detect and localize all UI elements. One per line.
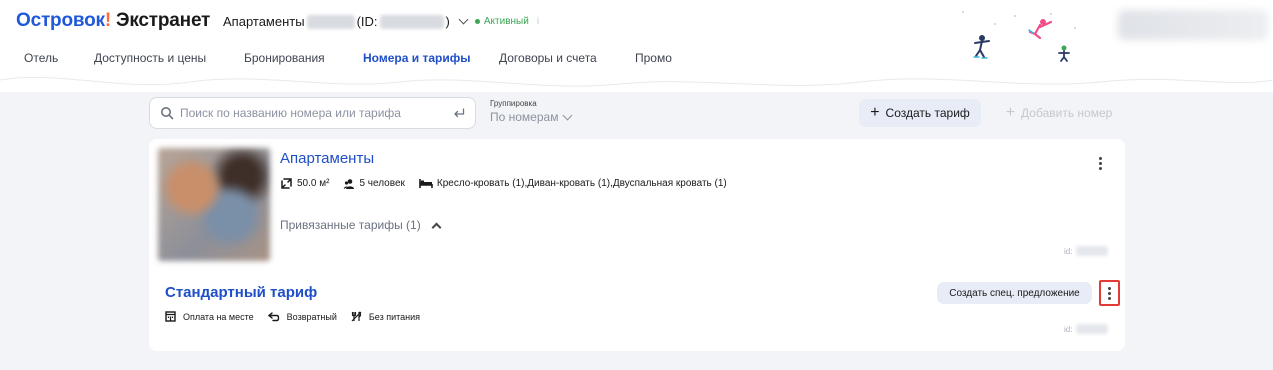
tariff-id: id:	[1064, 324, 1110, 334]
tariff-more-menu-icon[interactable]	[1099, 280, 1120, 306]
hotel-id-suffix: )	[445, 14, 450, 29]
status-dot-icon	[474, 19, 480, 24]
tariff-meta: Оплата на месте Возвратный Без питания	[165, 311, 434, 322]
tariff-title[interactable]: Стандартный тариф	[165, 284, 317, 301]
room-area: 50.0 м²	[280, 177, 329, 190]
search-input[interactable]	[180, 106, 453, 120]
main-nav: Отель Доступность и цены Бронирования Но…	[24, 51, 672, 65]
room-title[interactable]: Апартаменты	[280, 150, 374, 167]
hotel-building-icon	[165, 311, 176, 322]
create-tariff-button[interactable]: + Создать тариф	[859, 99, 981, 127]
room-guests: 5 человек	[343, 178, 405, 190]
room-area-value: 50.0 м²	[297, 178, 330, 189]
tariff-id-label: id:	[1064, 324, 1073, 334]
tab-contracts-invoices[interactable]: Договоры и счета	[499, 51, 635, 65]
logo-exclamation: !	[104, 10, 111, 31]
logo[interactable]: Островок! Экстранет	[16, 10, 210, 32]
linked-tariffs-label: Привязанные тарифы (1)	[280, 218, 421, 232]
tab-availability-prices[interactable]: Доступность и цены	[94, 51, 244, 65]
room-card: Апартаменты 50.0 м² 5 человек Кресло-кро…	[149, 139, 1125, 351]
enter-icon[interactable]	[453, 107, 465, 119]
logo-brand: Островок	[16, 10, 105, 31]
room-more-menu-icon[interactable]	[1090, 153, 1110, 173]
create-tariff-label: Создать тариф	[885, 106, 970, 120]
refund-arrow-icon	[267, 311, 279, 321]
create-special-offer-button[interactable]: Создать спец. предложение	[937, 282, 1092, 304]
search-box[interactable]	[149, 97, 476, 129]
grouping-value-text: По номерам	[490, 110, 559, 124]
chevron-down-icon	[563, 110, 573, 121]
tab-bookings[interactable]: Бронирования	[244, 51, 363, 65]
chevron-down-icon[interactable]	[458, 14, 469, 25]
hotel-id-prefix: (ID:	[356, 14, 378, 29]
tariff-payment: Оплата на месте	[165, 311, 254, 322]
tab-rooms-tariffs[interactable]: Номера и тарифы	[363, 51, 499, 65]
bed-icon	[419, 179, 433, 188]
room-id: id:	[1064, 246, 1110, 256]
tab-hotel[interactable]: Отель	[24, 51, 94, 65]
property-type: Апартаменты	[223, 14, 305, 29]
search-icon	[161, 107, 174, 120]
status-text: Активный	[483, 16, 529, 27]
hotel-selector[interactable]: Апартаменты (ID: ) Активный i	[223, 14, 539, 29]
plus-icon: +	[1005, 104, 1016, 121]
status-badge: Активный	[474, 16, 529, 27]
hotel-id-redacted	[379, 14, 444, 29]
room-guests-value: 5 человек	[359, 178, 405, 189]
guests-icon	[344, 178, 355, 189]
room-id-redacted	[1076, 246, 1109, 256]
info-icon[interactable]: i	[537, 16, 539, 27]
tab-promo[interactable]: Промо	[635, 51, 672, 65]
grouping-value[interactable]: По номерам	[490, 110, 573, 124]
decorative-illustration-icon	[962, 11, 1076, 62]
user-menu-redacted[interactable]	[1118, 10, 1268, 40]
plus-icon: +	[870, 104, 880, 121]
area-icon	[281, 178, 292, 189]
linked-tariffs-toggle[interactable]: Привязанные тарифы (1)	[280, 218, 442, 232]
tariff-meal: Без питания	[351, 311, 420, 322]
room-beds: Кресло-кровать (1),Диван-кровать (1),Дву…	[419, 178, 727, 189]
add-room-label: Добавить номер	[1021, 106, 1113, 120]
chevron-up-icon	[431, 222, 442, 232]
room-id-label: id:	[1064, 246, 1073, 256]
room-beds-value: Кресло-кровать (1),Диван-кровать (1),Дву…	[436, 178, 727, 189]
tariff-id-redacted	[1076, 324, 1109, 334]
tariff-meal-value: Без питания	[368, 311, 421, 322]
tariff-payment-value: Оплата на месте	[183, 311, 254, 322]
logo-product: Экстранет	[116, 10, 211, 31]
room-meta: 50.0 м² 5 человек Кресло-кровать (1),Див…	[280, 177, 741, 190]
grouping-select[interactable]: Группировка По номерам	[490, 99, 573, 124]
room-photo[interactable]	[158, 148, 270, 261]
grouping-label: Группировка	[490, 99, 537, 108]
tariff-refund-value: Возвратный	[286, 311, 337, 322]
add-room-button[interactable]: + Добавить номер	[1000, 99, 1118, 127]
no-meal-icon	[351, 311, 362, 322]
tariff-refund: Возвратный	[267, 311, 337, 322]
hotel-name-redacted	[306, 14, 355, 29]
